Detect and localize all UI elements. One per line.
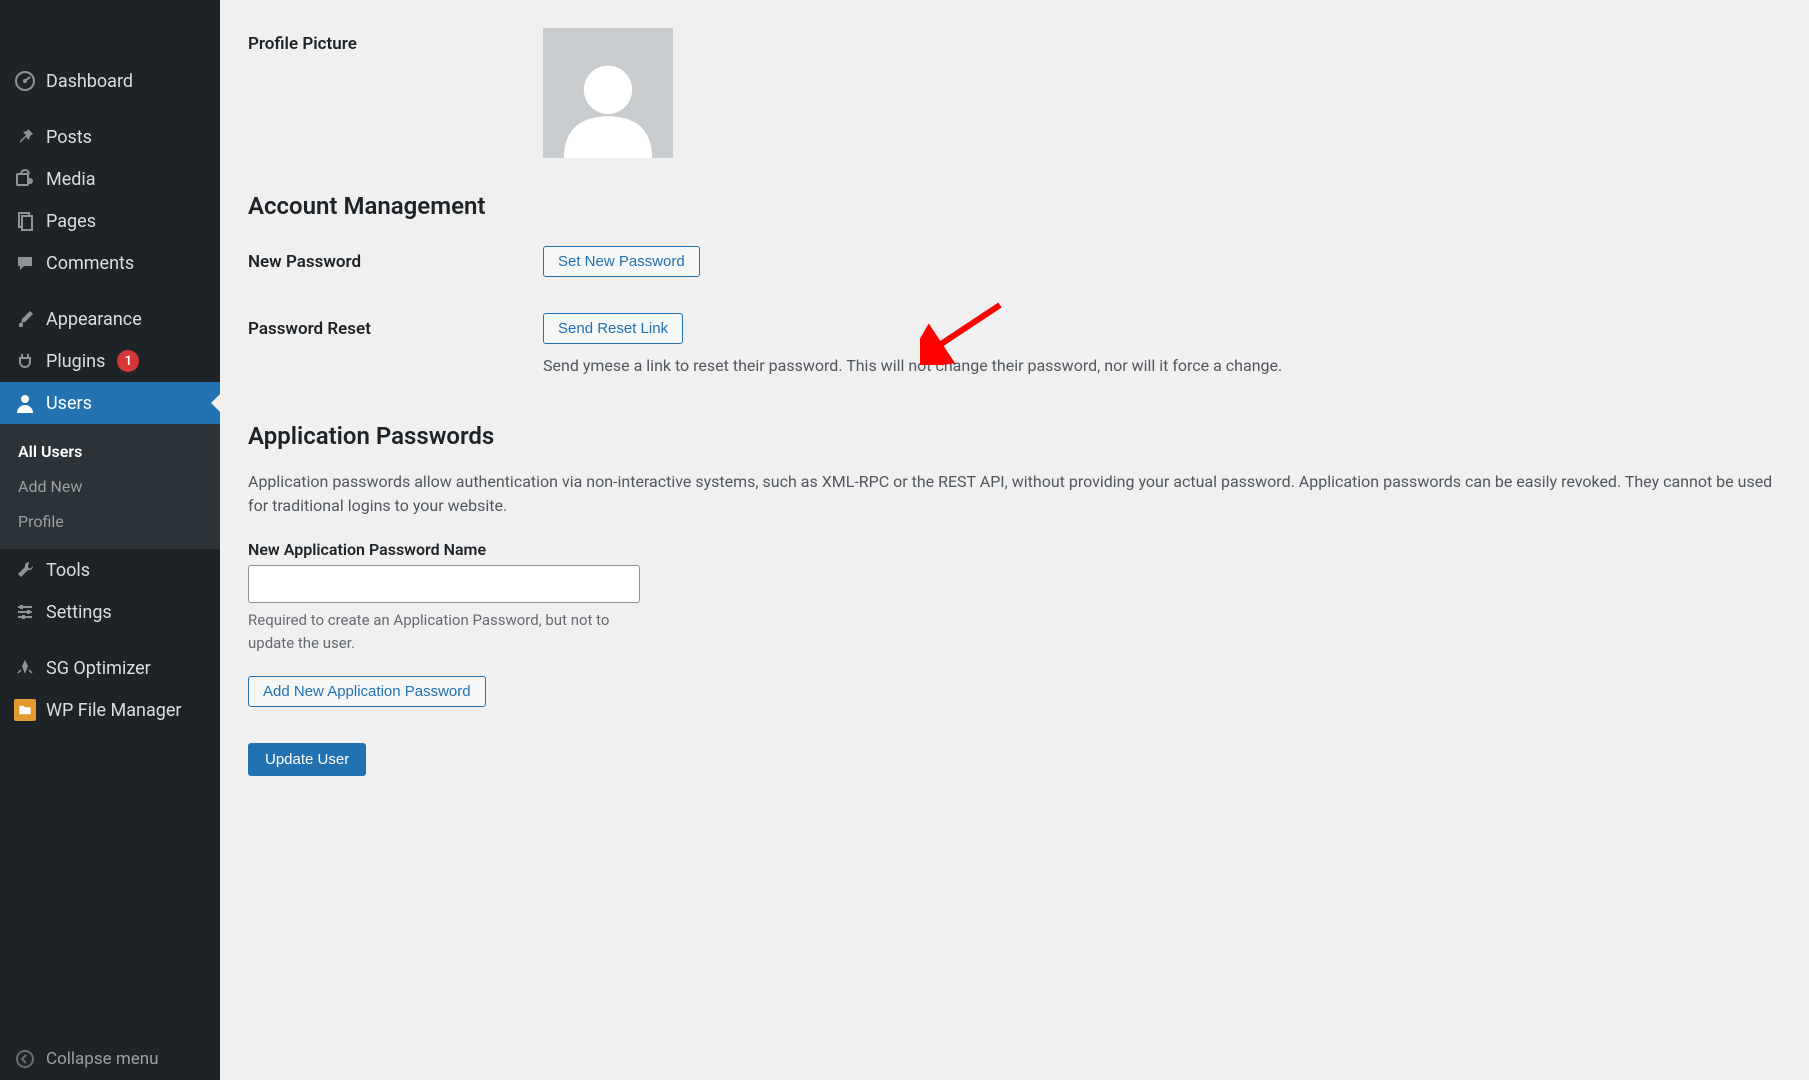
pages-icon xyxy=(14,210,36,232)
add-application-password-button[interactable]: Add New Application Password xyxy=(248,676,486,707)
app-passwords-intro: Application passwords allow authenticati… xyxy=(248,470,1781,518)
collapse-menu[interactable]: Collapse menu xyxy=(0,1038,220,1080)
media-icon xyxy=(14,168,36,190)
sidebar-item-sg-optimizer[interactable]: SG Optimizer xyxy=(0,647,220,689)
sidebar-item-appearance[interactable]: Appearance xyxy=(0,298,220,340)
menu-label: Appearance xyxy=(46,309,142,330)
profile-picture-label: Profile Picture xyxy=(248,28,543,54)
password-reset-label: Password Reset xyxy=(248,313,543,339)
menu-label: Dashboard xyxy=(46,71,133,92)
sidebar-item-comments[interactable]: Comments xyxy=(0,242,220,284)
sidebar-item-wp-file-manager[interactable]: WP File Manager xyxy=(0,689,220,731)
sidebar-item-settings[interactable]: Settings xyxy=(0,591,220,633)
menu-label: WP File Manager xyxy=(46,700,182,721)
menu-label: SG Optimizer xyxy=(46,658,151,679)
dashboard-icon xyxy=(14,70,36,92)
set-new-password-button[interactable]: Set New Password xyxy=(543,246,700,277)
menu-label: Pages xyxy=(46,211,96,232)
sidebar-item-plugins[interactable]: Plugins 1 xyxy=(0,340,220,382)
wrench-icon xyxy=(14,559,36,581)
sidebar-item-tools[interactable]: Tools xyxy=(0,549,220,591)
comments-icon xyxy=(14,252,36,274)
submenu-item-all-users[interactable]: All Users xyxy=(0,434,220,469)
admin-sidebar: Dashboard Posts Media Pages Comments App… xyxy=(0,0,220,1080)
menu-label: Settings xyxy=(46,602,112,623)
submenu-item-add-new[interactable]: Add New xyxy=(0,469,220,504)
users-submenu: All Users Add New Profile xyxy=(0,424,220,549)
avatar xyxy=(543,28,673,158)
app-pw-help-text: Required to create an Application Passwo… xyxy=(248,609,648,654)
menu-label: Posts xyxy=(46,127,92,148)
brush-icon xyxy=(14,308,36,330)
update-user-button[interactable]: Update User xyxy=(248,743,366,776)
new-app-pw-name-input[interactable] xyxy=(248,565,640,603)
person-icon xyxy=(14,392,36,414)
menu-label: Tools xyxy=(46,560,90,581)
application-passwords-heading: Application Passwords xyxy=(248,422,1781,450)
menu-label: Plugins xyxy=(46,351,105,372)
sliders-icon xyxy=(14,601,36,623)
sidebar-item-dashboard[interactable]: Dashboard xyxy=(0,60,220,102)
account-management-heading: Account Management xyxy=(248,192,1781,220)
sidebar-item-media[interactable]: Media xyxy=(0,158,220,200)
update-count-badge: 1 xyxy=(117,350,139,372)
menu-label: Users xyxy=(46,393,92,414)
sidebar-item-posts[interactable]: Posts xyxy=(0,116,220,158)
reset-description: Send ymese a link to reset their passwor… xyxy=(543,354,1781,378)
collapse-icon xyxy=(14,1048,36,1070)
sidebar-item-users[interactable]: Users xyxy=(0,382,220,424)
sidebar-item-pages[interactable]: Pages xyxy=(0,200,220,242)
menu-label: Media xyxy=(46,169,96,190)
menu-label: Comments xyxy=(46,253,134,274)
folder-icon xyxy=(14,699,36,721)
submenu-item-profile[interactable]: Profile xyxy=(0,504,220,539)
plug-icon xyxy=(14,350,36,372)
new-app-pw-name-label: New Application Password Name xyxy=(248,540,1781,559)
rocket-icon xyxy=(14,657,36,679)
pin-icon xyxy=(14,126,36,148)
new-password-label: New Password xyxy=(248,246,543,272)
collapse-label: Collapse menu xyxy=(46,1049,159,1069)
send-reset-link-button[interactable]: Send Reset Link xyxy=(543,313,683,344)
main-content: Profile Picture Account Management New P… xyxy=(220,0,1809,1080)
